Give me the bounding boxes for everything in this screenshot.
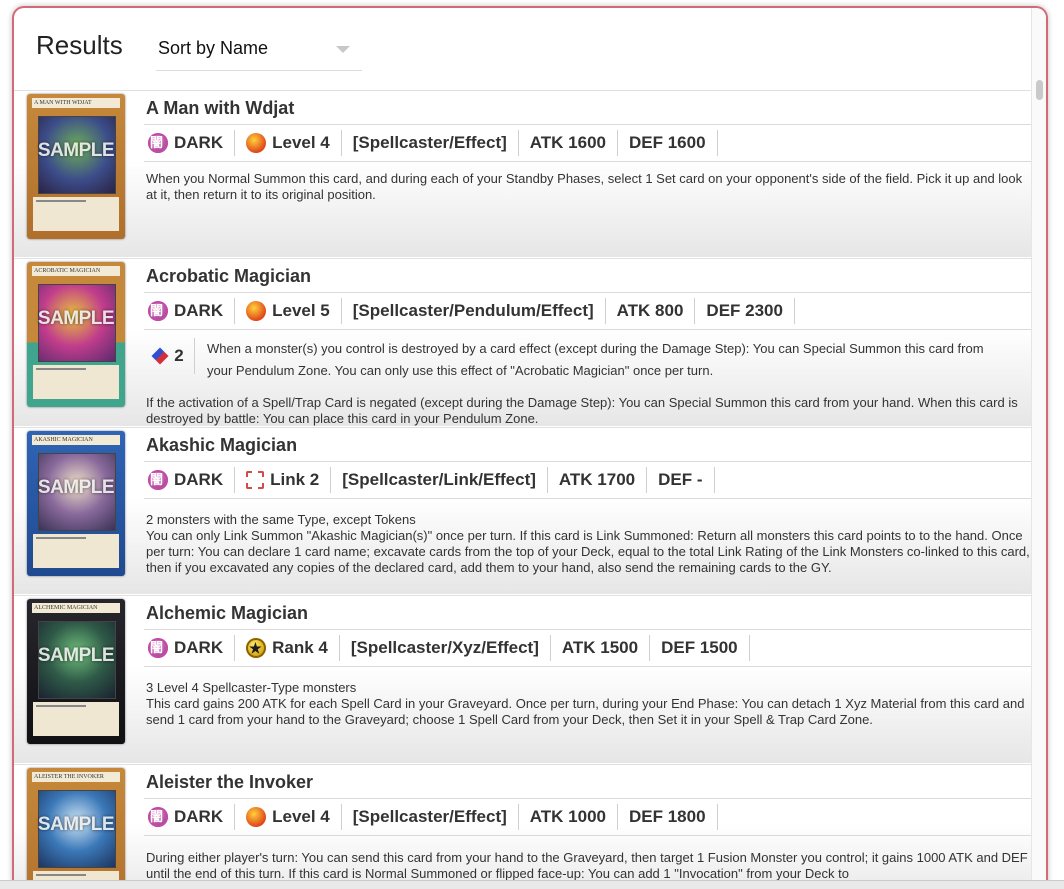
- def-stat: DEF 1800: [618, 804, 718, 830]
- card-description: This card gains 200 ATK for each Spell C…: [146, 696, 1025, 727]
- card-stats: DARK Level 4 [Spellcaster/Effect] ATK 10…: [146, 804, 718, 830]
- attribute-stat: DARK: [146, 298, 236, 324]
- atk-stat: ATK 1500: [551, 635, 651, 661]
- dark-attribute-icon: [148, 807, 168, 827]
- card-item[interactable]: ALCHEMIC MAGICIAN SAMPLE Alchemic Magici…: [14, 595, 1032, 763]
- sample-watermark: SAMPLE: [37, 645, 115, 666]
- atk-stat: ATK 800: [606, 298, 696, 324]
- pendulum-box: 2 When a monster(s) you control is destr…: [144, 338, 1032, 388]
- results-panel: Results Sort by Name A MAN WITH WDJAT SA…: [12, 6, 1048, 888]
- def-stat: DEF 2300: [695, 298, 795, 324]
- scrollbar-thumb[interactable]: [1036, 80, 1043, 100]
- card-name[interactable]: Acrobatic Magician: [146, 266, 311, 287]
- card-item[interactable]: AKASHIC MAGICIAN SAMPLE Akashic Magician…: [14, 427, 1032, 594]
- rank-stat: Rank 4: [235, 635, 340, 661]
- rank-star-icon: [246, 638, 267, 658]
- type-stat: [Spellcaster/Xyz/Effect]: [340, 635, 551, 661]
- card-name[interactable]: Aleister the Invoker: [146, 772, 313, 793]
- dark-attribute-icon: [148, 133, 168, 153]
- pendulum-effect: When a monster(s) you control is destroy…: [207, 341, 984, 378]
- card-description: If the activation of a Spell/Trap Card i…: [146, 395, 1018, 426]
- attribute-stat: DARK: [146, 130, 236, 156]
- attribute-stat: DARK: [146, 467, 236, 493]
- level-stat: Level 5: [235, 298, 342, 324]
- card-image-title: AKASHIC MAGICIAN: [32, 435, 120, 445]
- card-image: ALEISTER THE INVOKER SAMPLE: [27, 768, 125, 888]
- card-image: A MAN WITH WDJAT SAMPLE: [27, 94, 125, 239]
- card-description: When you Normal Summon this card, and du…: [146, 171, 1023, 202]
- level-star-icon: [246, 807, 267, 827]
- link-arrows-icon: [246, 471, 265, 489]
- sort-dropdown[interactable]: Sort by Name: [156, 34, 362, 71]
- page-title: Results: [36, 30, 123, 60]
- sample-watermark: SAMPLE: [37, 140, 115, 161]
- card-materials: 2 monsters with the same Type, except To…: [146, 512, 416, 527]
- card-stats: DARK Level 5 [Spellcaster/Pendulum/Effec…: [146, 298, 795, 324]
- card-name[interactable]: Alchemic Magician: [146, 603, 308, 624]
- pendulum-scale-icon: [151, 347, 169, 365]
- type-stat: [Spellcaster/Pendulum/Effect]: [342, 298, 606, 324]
- card-image-title: ACROBATIC MAGICIAN: [32, 266, 120, 276]
- card-stats: DARK Level 4 [Spellcaster/Effect] ATK 16…: [146, 130, 718, 156]
- sample-watermark: SAMPLE: [37, 308, 115, 329]
- attribute-stat: DARK: [146, 635, 236, 661]
- def-stat: DEF -: [647, 467, 715, 493]
- card-materials: 3 Level 4 Spellcaster-Type monsters: [146, 680, 357, 695]
- card-stats: DARK Rank 4 [Spellcaster/Xyz/Effect] ATK…: [146, 635, 750, 661]
- type-stat: [Spellcaster/Link/Effect]: [331, 467, 548, 493]
- card-item[interactable]: A MAN WITH WDJAT SAMPLE A Man with Wdjat…: [14, 90, 1032, 257]
- card-image-title: ALEISTER THE INVOKER: [32, 772, 120, 782]
- link-stat: Link 2: [235, 467, 332, 493]
- atk-stat: ATK 1000: [519, 804, 618, 830]
- dark-attribute-icon: [148, 301, 168, 321]
- attribute-stat: DARK: [146, 804, 236, 830]
- card-image: AKASHIC MAGICIAN SAMPLE: [27, 431, 125, 576]
- card-image-title: ALCHEMIC MAGICIAN: [32, 603, 120, 613]
- results-header: Results Sort by Name: [14, 8, 1032, 90]
- card-image: ACROBATIC MAGICIAN SAMPLE: [27, 262, 125, 407]
- type-stat: [Spellcaster/Effect]: [342, 130, 519, 156]
- sample-watermark: SAMPLE: [37, 477, 115, 498]
- card-stats: DARK Link 2 [Spellcaster/Link/Effect] AT…: [146, 467, 715, 493]
- card-image-title: A MAN WITH WDJAT: [32, 98, 120, 108]
- card-image: ALCHEMIC MAGICIAN SAMPLE: [27, 599, 125, 744]
- scrollbar[interactable]: [1031, 8, 1046, 888]
- type-stat: [Spellcaster/Effect]: [342, 804, 519, 830]
- card-name[interactable]: A Man with Wdjat: [146, 98, 294, 119]
- card-description: During either player's turn: You can sen…: [146, 850, 1028, 881]
- def-stat: DEF 1600: [618, 130, 718, 156]
- pendulum-scale: 2: [144, 338, 195, 374]
- level-star-icon: [246, 133, 267, 153]
- atk-stat: ATK 1600: [519, 130, 618, 156]
- atk-stat: ATK 1700: [548, 467, 648, 493]
- card-description: You can only Link Summon "Akashic Magici…: [146, 528, 1030, 575]
- chevron-down-icon: [336, 46, 350, 53]
- level-stat: Level 4: [235, 804, 342, 830]
- level-star-icon: [246, 301, 267, 321]
- sort-label: Sort by Name: [158, 38, 269, 58]
- card-name[interactable]: Akashic Magician: [146, 435, 297, 456]
- dark-attribute-icon: [148, 470, 168, 490]
- level-stat: Level 4: [235, 130, 342, 156]
- dark-attribute-icon: [148, 638, 168, 658]
- card-item[interactable]: ALEISTER THE INVOKER SAMPLE Aleister the…: [14, 764, 1032, 888]
- sample-watermark: SAMPLE: [37, 814, 115, 835]
- card-item[interactable]: ACROBATIC MAGICIAN SAMPLE Acrobatic Magi…: [14, 258, 1032, 426]
- def-stat: DEF 1500: [650, 635, 750, 661]
